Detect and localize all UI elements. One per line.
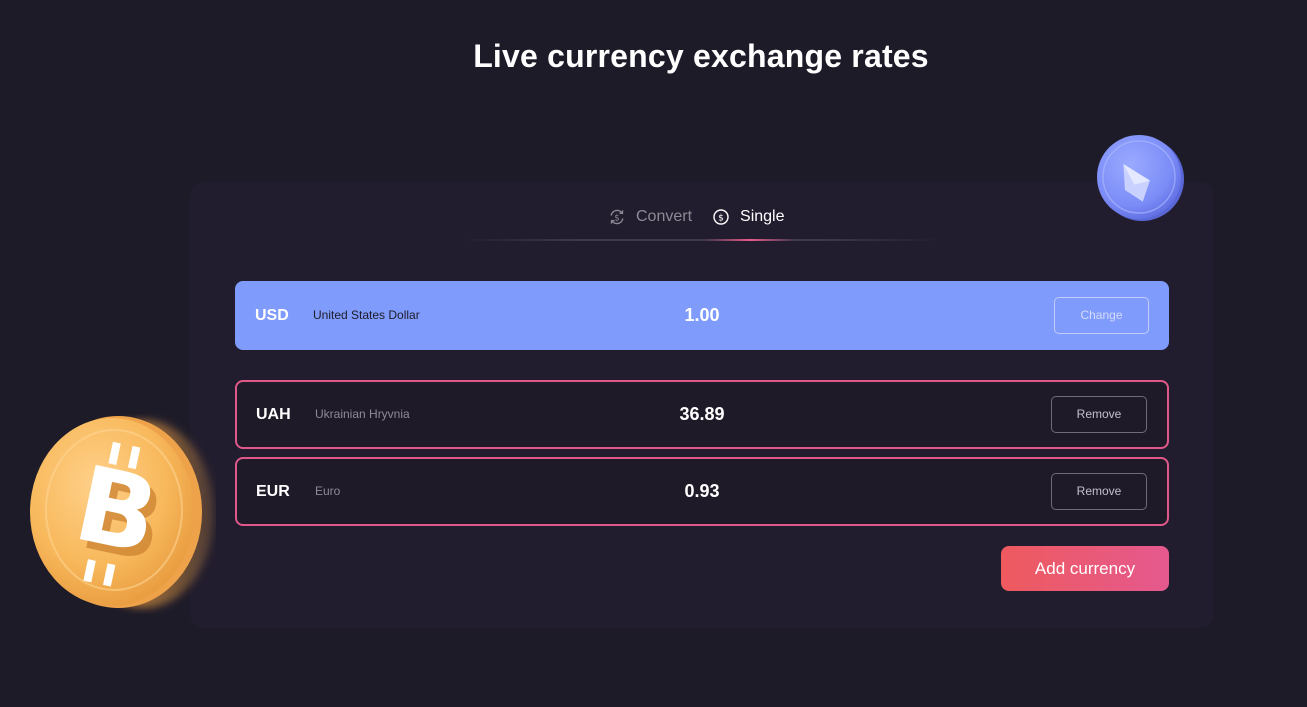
dollar-coin-icon: $ (712, 208, 730, 226)
ethereum-coin-icon (1094, 132, 1186, 224)
rate-row-eur: EUR Euro 0.93 Remove (235, 457, 1169, 526)
mode-tabs: $ Convert $ Single (190, 206, 1214, 242)
currency-value: 0.93 (684, 481, 720, 501)
page-title: Live currency exchange rates (473, 38, 929, 74)
tab-convert[interactable]: $ Convert (608, 208, 692, 226)
rate-row-uah: UAH Ukrainian Hryvnia 36.89 Remove (235, 380, 1169, 449)
currency-value: 1.00 (684, 305, 720, 325)
add-currency-button[interactable]: Add currency (1001, 546, 1169, 591)
active-tab-indicator (705, 239, 795, 241)
convert-icon: $ (608, 208, 626, 226)
base-currency-row: USD United States Dollar 1.00 Change (235, 281, 1169, 350)
svg-text:$: $ (718, 213, 724, 223)
rates-card: $ Convert $ Single USD United States Dol… (190, 182, 1214, 628)
tab-convert-label: Convert (636, 208, 693, 225)
remove-button[interactable]: Remove (1051, 396, 1147, 433)
currency-value: 36.89 (679, 404, 725, 424)
tab-single[interactable]: $ Single (712, 208, 785, 226)
tabs-divider (460, 239, 940, 241)
tab-single-label: Single (740, 208, 785, 225)
bitcoin-coin-icon: B B (26, 414, 216, 614)
change-button[interactable]: Change (1054, 297, 1149, 334)
page: Live currency exchange rates $ Convert $… (0, 0, 1307, 707)
remove-button[interactable]: Remove (1051, 473, 1147, 510)
svg-text:$: $ (614, 213, 619, 223)
